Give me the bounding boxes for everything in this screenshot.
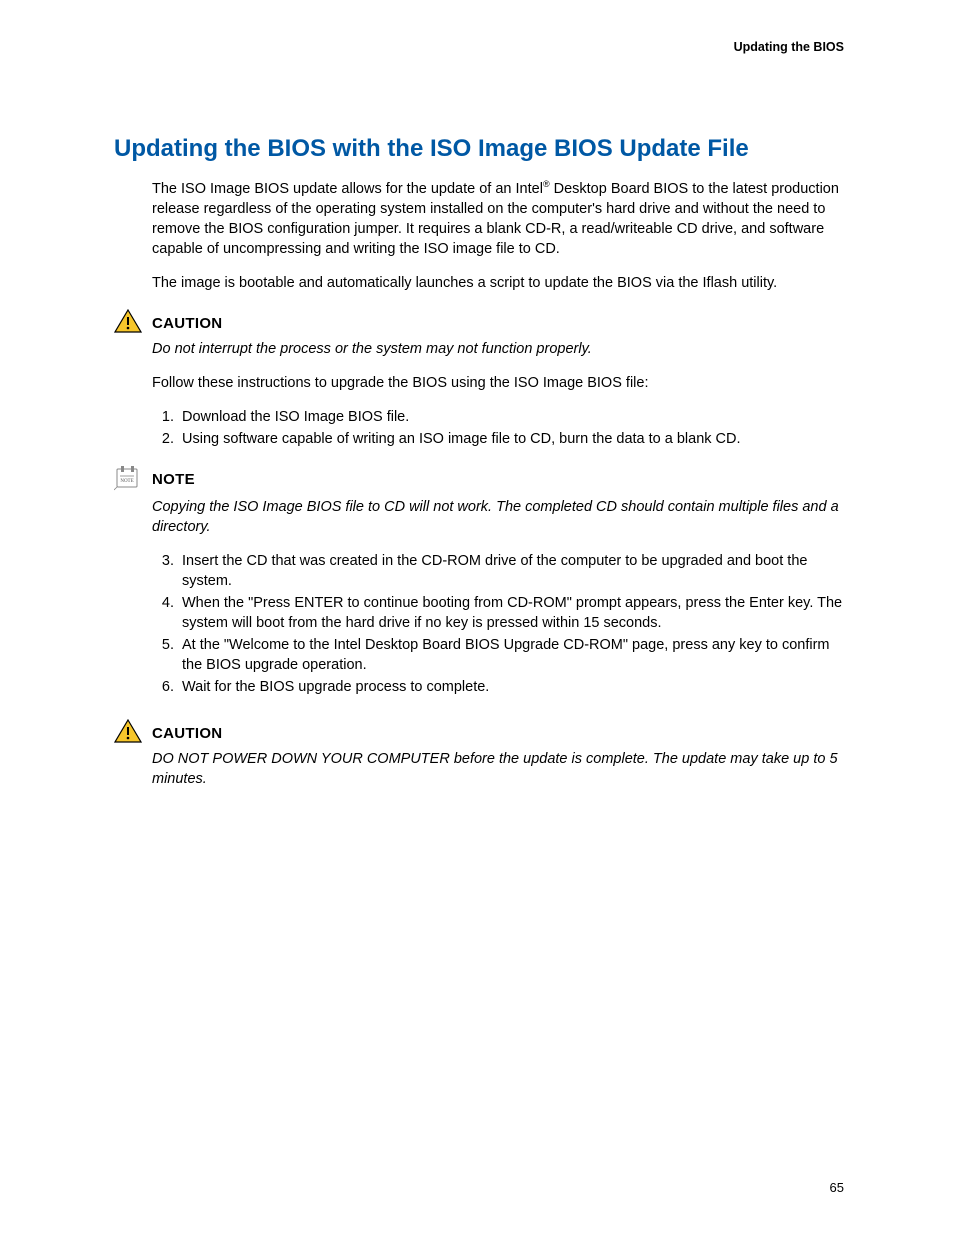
steps-list-b: Insert the CD that was created in the CD… <box>152 551 844 697</box>
note-icon: NOTE <box>114 465 152 491</box>
note-header: NOTE NOTE <box>114 465 844 491</box>
step-1: Download the ISO Image BIOS file. <box>178 407 844 427</box>
caution-1-label: CAUTION <box>152 315 222 332</box>
caution-icon <box>114 719 152 743</box>
step-2: Using software capable of writing an ISO… <box>178 429 844 449</box>
step-3: Insert the CD that was created in the CD… <box>178 551 844 591</box>
intro-paragraph-2: The image is bootable and automatically … <box>152 273 844 293</box>
document-page: Updating the BIOS Updating the BIOS with… <box>0 0 954 1235</box>
follow-block: Follow these instructions to upgrade the… <box>152 373 844 393</box>
note-text: Copying the ISO Image BIOS file to CD wi… <box>152 497 844 537</box>
intro-paragraph-1: The ISO Image BIOS update allows for the… <box>152 178 844 259</box>
step-6: Wait for the BIOS upgrade process to com… <box>178 677 844 697</box>
note-label: NOTE <box>152 471 195 488</box>
caution-1-header: CAUTION <box>114 309 844 333</box>
caution-2-header: CAUTION <box>114 719 844 743</box>
follow-paragraph: Follow these instructions to upgrade the… <box>152 373 844 393</box>
caution-icon <box>114 309 152 333</box>
steps-list-a: Download the ISO Image BIOS file. Using … <box>152 407 844 449</box>
caution-2-label: CAUTION <box>152 725 222 742</box>
running-header: Updating the BIOS <box>114 40 844 54</box>
svg-text:NOTE: NOTE <box>120 479 133 484</box>
caution-2-text: DO NOT POWER DOWN YOUR COMPUTER before t… <box>152 749 844 789</box>
intro-block: The ISO Image BIOS update allows for the… <box>152 178 844 293</box>
page-number: 65 <box>830 1180 844 1195</box>
section-title: Updating the BIOS with the ISO Image BIO… <box>114 134 844 164</box>
caution-1-text: Do not interrupt the process or the syst… <box>152 339 844 359</box>
step-5: At the "Welcome to the Intel Desktop Boa… <box>178 635 844 675</box>
step-4: When the "Press ENTER to continue bootin… <box>178 593 844 633</box>
